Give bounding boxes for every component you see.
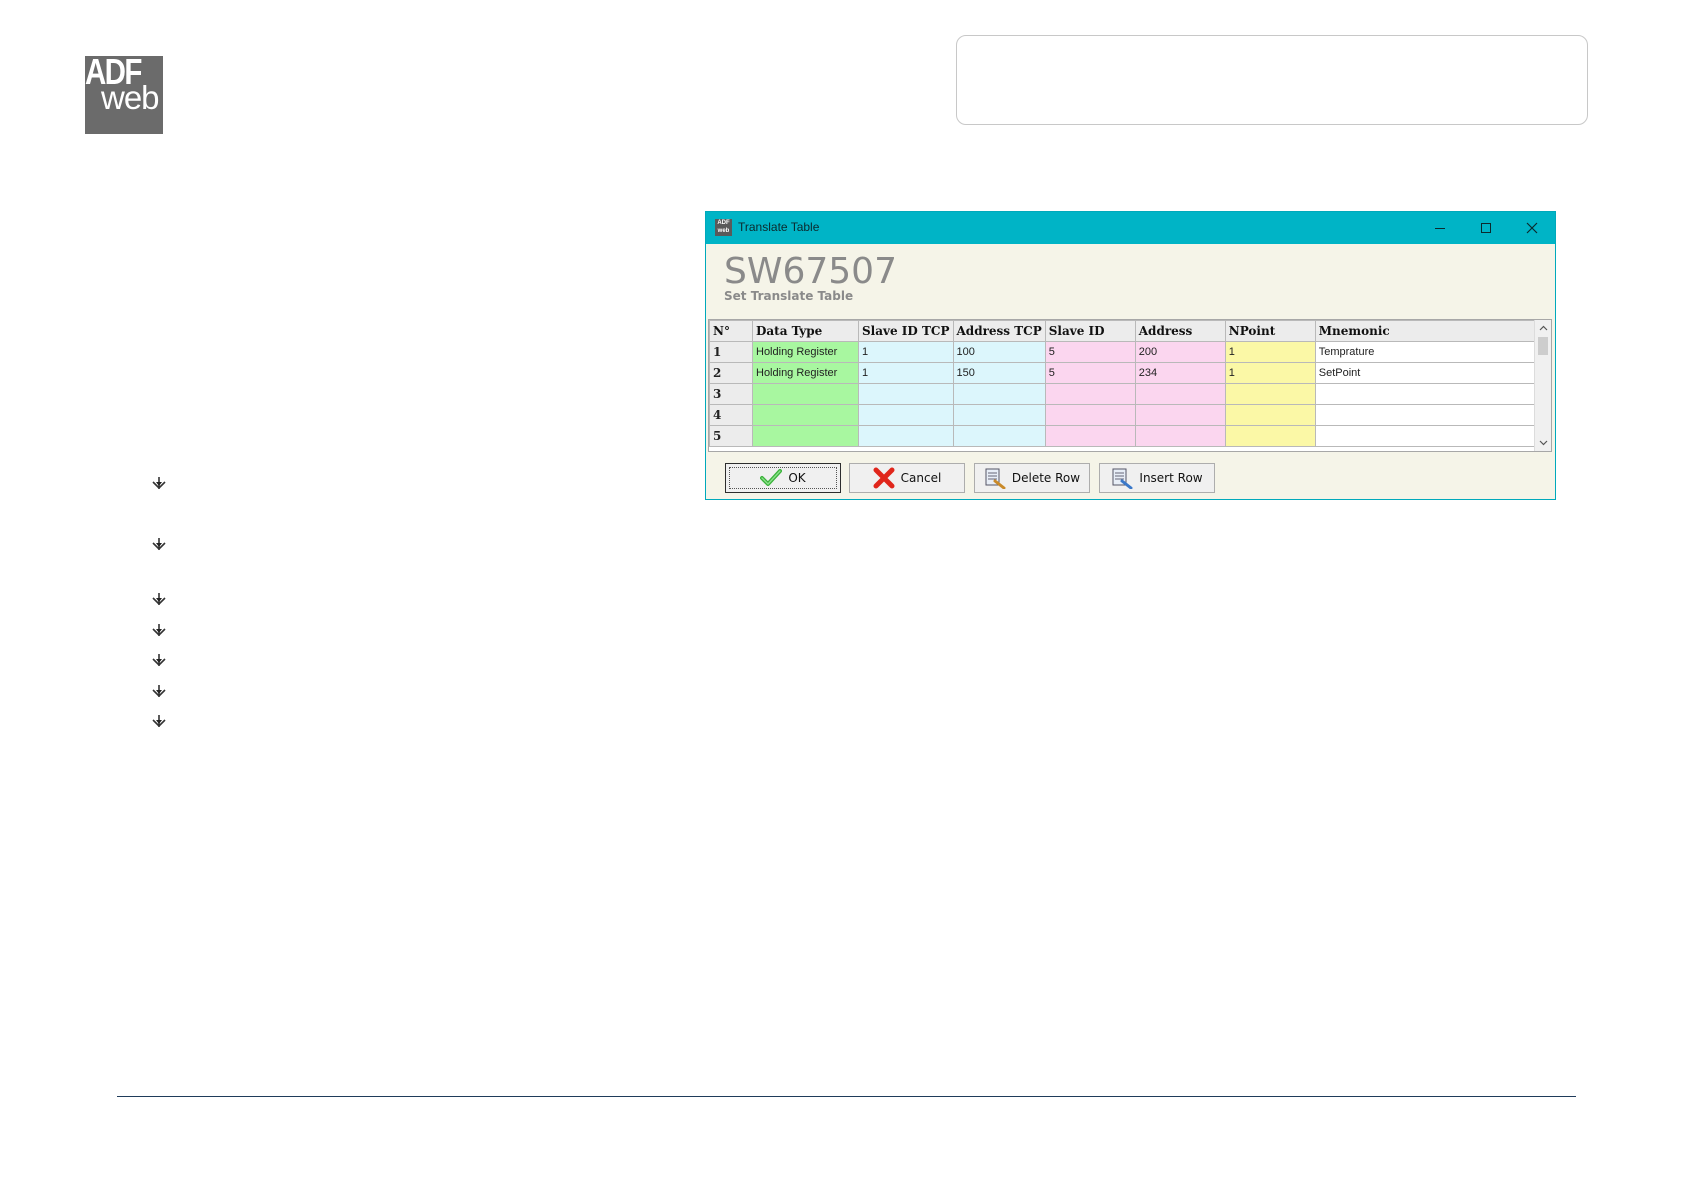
chevron-up-icon <box>1539 325 1547 331</box>
cell-mnemonic[interactable] <box>1314 425 1540 447</box>
table-row[interactable]: 1 Holding Register 1 100 5 200 1 Temprat… <box>709 341 1540 363</box>
insert-row-button[interactable]: Insert Row <box>1099 463 1215 493</box>
cell-data-type[interactable]: Holding Register <box>752 341 859 363</box>
row-number[interactable]: 2 <box>709 362 753 384</box>
cell-mnemonic[interactable]: SetPoint <box>1314 362 1540 384</box>
translate-table-grid[interactable]: N° Data Type Slave ID TCP Address TCP Sl… <box>708 319 1552 452</box>
maximize-button[interactable] <box>1463 212 1509 244</box>
cell-slave-id-tcp[interactable] <box>858 383 954 405</box>
row-number[interactable]: 5 <box>709 425 753 447</box>
cell-npoint[interactable] <box>1224 404 1316 426</box>
cell-address-tcp[interactable]: 100 <box>952 341 1046 363</box>
row-number[interactable]: 4 <box>709 404 753 426</box>
column-header-slave-id-tcp[interactable]: Slave ID TCP <box>858 320 954 342</box>
cell-address-tcp[interactable]: 150 <box>952 362 1046 384</box>
cell-data-type[interactable] <box>752 425 859 447</box>
cell-npoint[interactable] <box>1224 425 1316 447</box>
cell-address[interactable] <box>1134 404 1226 426</box>
table-row[interactable]: 2 Holding Register 1 150 5 234 1 SetPoin… <box>709 362 1540 384</box>
delete-row-label: Delete Row <box>1011 471 1081 485</box>
cell-slave-id[interactable] <box>1044 383 1136 405</box>
cell-data-type[interactable] <box>752 383 859 405</box>
scroll-down-button[interactable] <box>1535 435 1551 451</box>
chevron-down-icon <box>1539 440 1547 446</box>
cell-data-type[interactable] <box>752 404 859 426</box>
column-header-npoint[interactable]: NPoint <box>1224 320 1316 342</box>
cell-address-tcp[interactable] <box>952 425 1046 447</box>
cell-address-tcp[interactable] <box>952 383 1046 405</box>
delete-row-button[interactable]: Delete Row <box>974 463 1090 493</box>
window-title: Translate Table <box>738 220 820 234</box>
cancel-button[interactable]: Cancel <box>849 463 965 493</box>
cancel-label: Cancel <box>900 471 942 485</box>
vertical-scrollbar[interactable] <box>1534 320 1551 451</box>
close-icon <box>1526 222 1538 234</box>
cell-slave-id[interactable] <box>1044 425 1136 447</box>
table-row[interactable]: 5 <box>709 425 1540 447</box>
bullet-icon <box>152 623 166 637</box>
cell-slave-id[interactable]: 5 <box>1044 341 1136 363</box>
red-x-icon <box>873 467 895 489</box>
cell-slave-id-tcp[interactable] <box>858 404 954 426</box>
cell-slave-id-tcp[interactable] <box>858 425 954 447</box>
table-header-row: N° Data Type Slave ID TCP Address TCP Sl… <box>709 320 1540 342</box>
cell-mnemonic[interactable]: Temprature <box>1314 341 1540 363</box>
column-header-address[interactable]: Address <box>1134 320 1226 342</box>
cell-npoint[interactable] <box>1224 383 1316 405</box>
app-title: SW67507 <box>724 251 897 292</box>
table-row[interactable]: 3 <box>709 383 1540 405</box>
cell-mnemonic[interactable] <box>1314 383 1540 405</box>
scroll-up-button[interactable] <box>1535 320 1551 336</box>
ok-label: OK <box>788 471 806 485</box>
delete-row-icon <box>985 468 1006 489</box>
insert-row-label: Insert Row <box>1139 471 1203 485</box>
cell-address-tcp[interactable] <box>952 404 1046 426</box>
column-header-n[interactable]: N° <box>709 320 753 342</box>
cell-mnemonic[interactable] <box>1314 404 1540 426</box>
cell-slave-id-tcp[interactable]: 1 <box>858 341 954 363</box>
app-subtitle: Set Translate Table <box>724 289 854 303</box>
translate-table-window: ADF web Translate Table SW67507 Set Trans… <box>705 211 1556 500</box>
row-number[interactable]: 1 <box>709 341 753 363</box>
bullet-icon <box>152 592 166 606</box>
column-header-slave-id[interactable]: Slave ID <box>1044 320 1136 342</box>
maximize-icon <box>1481 223 1491 233</box>
header-box <box>956 35 1588 125</box>
footer-divider <box>117 1096 1576 1097</box>
column-header-address-tcp[interactable]: Address TCP <box>952 320 1046 342</box>
app-icon: ADF web <box>715 219 732 236</box>
cell-slave-id[interactable] <box>1044 404 1136 426</box>
bullet-icon <box>152 653 166 667</box>
cell-npoint[interactable]: 1 <box>1224 341 1316 363</box>
minimize-icon <box>1435 228 1445 229</box>
cell-address[interactable] <box>1134 383 1226 405</box>
table-row[interactable]: 4 <box>709 404 1540 426</box>
column-header-mnemonic[interactable]: Mnemonic <box>1314 320 1540 342</box>
scroll-thumb[interactable] <box>1538 337 1548 355</box>
column-header-data-type[interactable]: Data Type <box>752 320 859 342</box>
cell-slave-id[interactable]: 5 <box>1044 362 1136 384</box>
cell-slave-id-tcp[interactable]: 1 <box>858 362 954 384</box>
cell-data-type[interactable]: Holding Register <box>752 362 859 384</box>
logo-text-line2: web <box>101 79 160 116</box>
checkmark-icon <box>760 469 783 486</box>
bullet-icon <box>152 476 166 490</box>
window-titlebar[interactable]: ADF web Translate Table <box>706 212 1555 244</box>
close-button[interactable] <box>1509 212 1555 244</box>
cell-address[interactable]: 200 <box>1134 341 1226 363</box>
cell-address[interactable]: 234 <box>1134 362 1226 384</box>
insert-row-icon <box>1112 468 1133 489</box>
adf-web-logo: ADF web <box>85 54 163 134</box>
row-number[interactable]: 3 <box>709 383 753 405</box>
minimize-button[interactable] <box>1417 212 1463 244</box>
cell-npoint[interactable]: 1 <box>1224 362 1316 384</box>
bullet-icon <box>152 684 166 698</box>
cell-address[interactable] <box>1134 425 1226 447</box>
bullet-icon <box>152 537 166 551</box>
translate-table: N° Data Type Slave ID TCP Address TCP Sl… <box>709 320 1540 447</box>
ok-button[interactable]: OK <box>725 463 841 493</box>
bullet-icon <box>152 714 166 728</box>
